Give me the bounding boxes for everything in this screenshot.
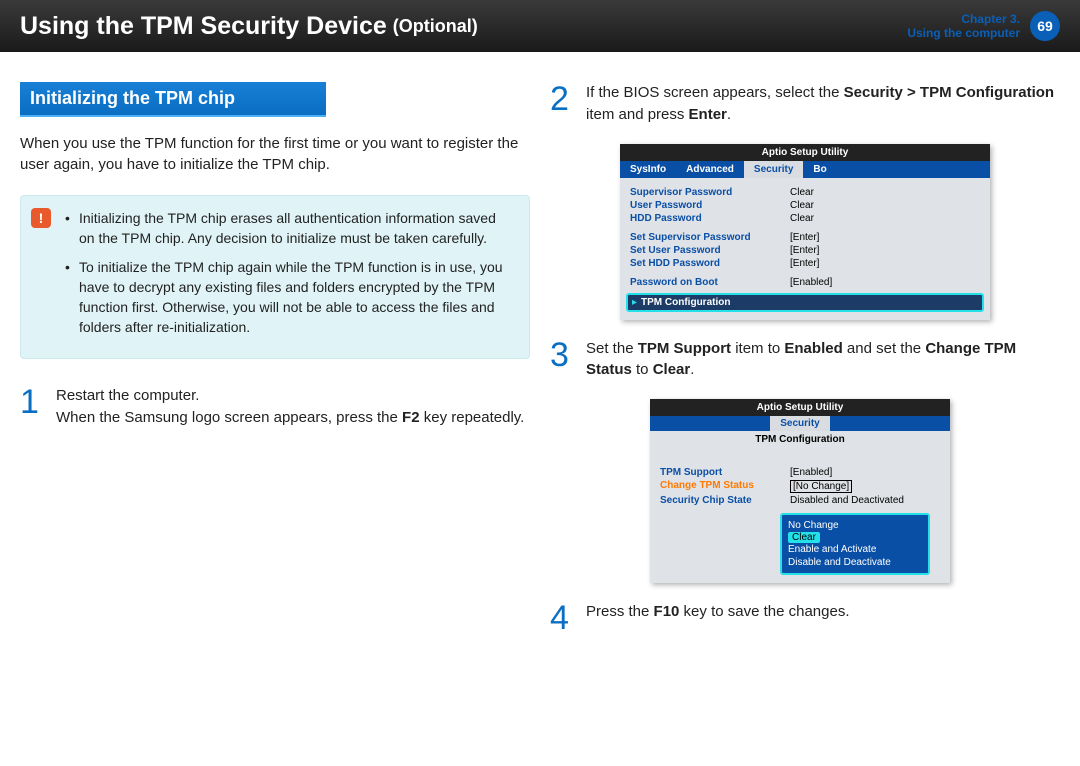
step-4-text: Press the F10 key to save the changes. (586, 601, 1060, 635)
chapter-title: Using the computer (907, 26, 1020, 40)
step-4: 4 Press the F10 key to save the changes. (550, 601, 1060, 635)
page-title: Using the TPM Security Device (20, 12, 387, 41)
section-heading: Initializing the TPM chip (20, 82, 326, 117)
page-number-badge: 69 (1030, 11, 1060, 41)
step-1-line-2: When the Samsung logo screen appears, pr… (56, 407, 530, 429)
dropdown-opt-nochange: No Change (788, 519, 922, 532)
dropdown-opt-clear: Clear (788, 532, 820, 543)
dropdown-opt-enable: Enable and Activate (788, 543, 922, 556)
bios1-tab-advanced: Advanced (676, 161, 744, 178)
bios2-panel: TPM Support[Enabled] Change TPM Status[N… (650, 448, 950, 583)
bios-screenshot-1: Aptio Setup Utility SysInfo Advanced Sec… (620, 144, 990, 320)
step-1: 1 Restart the computer. When the Samsung… (20, 385, 530, 429)
step-1-line-1: Restart the computer. (56, 385, 530, 407)
bios2-title: Aptio Setup Utility (650, 399, 950, 416)
warning-icon: ! (31, 208, 51, 228)
bios2-dropdown: No Change Clear Enable and Activate Disa… (780, 513, 930, 575)
page-title-optional: (Optional) (393, 16, 478, 37)
intro-paragraph: When you use the TPM function for the fi… (20, 133, 530, 175)
bios1-title: Aptio Setup Utility (620, 144, 990, 161)
bios1-selected-row: ▸TPM Configuration (626, 293, 984, 312)
bios2-subtitle: TPM Configuration (650, 431, 950, 448)
step-number: 2 (550, 82, 576, 126)
chapter-info: Chapter 3. Using the computer 69 (907, 11, 1060, 41)
left-column: Initializing the TPM chip When you use t… (20, 82, 530, 653)
bios1-tab-security: Security (744, 161, 803, 178)
bios1-panel: Supervisor PasswordClear User PasswordCl… (620, 178, 990, 320)
step-3-text: Set the TPM Support item to Enabled and … (586, 338, 1060, 382)
bios2-tabrow: Security (650, 416, 950, 431)
step-number: 3 (550, 338, 576, 382)
bios-screenshot-2: Aptio Setup Utility Security TPM Configu… (650, 399, 950, 583)
triangle-right-icon: ▸ (632, 297, 637, 308)
step-3: 3 Set the TPM Support item to Enabled an… (550, 338, 1060, 382)
dropdown-opt-disable: Disable and Deactivate (788, 556, 922, 569)
warning-box: ! Initializing the TPM chip erases all a… (20, 195, 530, 359)
chapter-number: Chapter 3. (907, 12, 1020, 26)
bios1-tabs: SysInfo Advanced Security Bo (620, 161, 990, 178)
bios1-tab-sysinfo: SysInfo (620, 161, 676, 178)
bios1-tab-boot: Bo (803, 161, 836, 178)
bios2-tab-security: Security (770, 416, 829, 431)
step-number: 4 (550, 601, 576, 635)
warning-bullet-1: Initializing the TPM chip erases all aut… (65, 208, 515, 249)
step-number: 1 (20, 385, 46, 429)
step-2: 2 If the BIOS screen appears, select the… (550, 82, 1060, 126)
page-header: Using the TPM Security Device (Optional)… (0, 0, 1080, 52)
right-column: 2 If the BIOS screen appears, select the… (550, 82, 1060, 653)
step-2-text: If the BIOS screen appears, select the S… (586, 82, 1060, 126)
warning-bullet-2: To initialize the TPM chip again while t… (65, 257, 515, 338)
